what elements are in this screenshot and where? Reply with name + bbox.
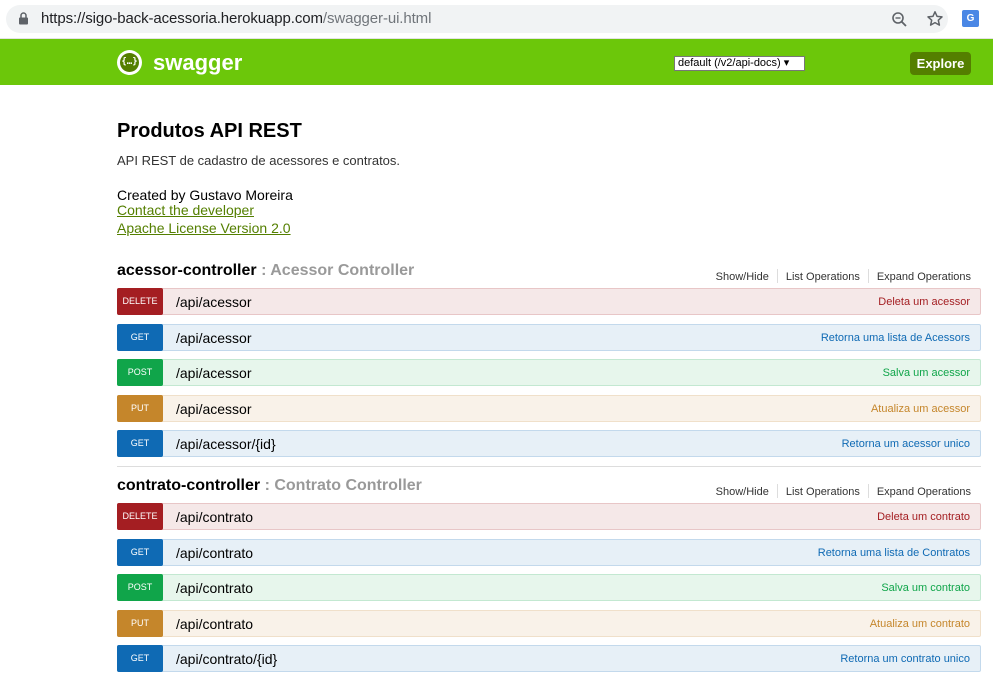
operation-path[interactable]: /api/acessor xyxy=(176,401,251,417)
operation-path[interactable]: /api/contrato xyxy=(176,616,253,632)
resource-acessor-controller: acessor-controller : Acessor Controller … xyxy=(117,258,981,466)
url-host: https://sigo-back-acessoria.herokuapp.co… xyxy=(41,10,323,27)
method-badge[interactable]: PUT xyxy=(117,609,163,637)
resource-title[interactable]: acessor-controller : Acessor Controller xyxy=(117,262,414,280)
method-badge[interactable]: PUT xyxy=(117,394,163,422)
operation-summary[interactable]: Salva um contrato xyxy=(881,582,970,594)
method-badge[interactable]: GET xyxy=(117,645,163,673)
expand-operations-link[interactable]: Expand Operations xyxy=(877,486,971,498)
operation-row[interactable]: POST /api/contrato Salva um contrato xyxy=(117,574,981,602)
operation-summary[interactable]: Retorna uma lista de Acessors xyxy=(821,332,970,344)
operation-path[interactable]: /api/acessor xyxy=(176,330,251,346)
show-hide-link[interactable]: Show/Hide xyxy=(716,271,769,283)
swagger-header: {…} swagger default (/v2/api-docs) ▾ Exp… xyxy=(0,39,993,85)
operation-summary[interactable]: Retorna um acessor unico xyxy=(842,438,970,450)
resource-heading: acessor-controller : Acessor Controller … xyxy=(117,258,981,287)
operation-row[interactable]: GET /api/acessor Retorna uma lista de Ac… xyxy=(117,323,981,351)
list-operations-link[interactable]: List Operations xyxy=(786,486,860,498)
resource-actions: Show/Hide List Operations Expand Operation… xyxy=(716,269,971,283)
operation-path[interactable]: /api/acessor xyxy=(176,365,251,381)
method-badge[interactable]: GET xyxy=(117,430,163,458)
operation-row[interactable]: GET /api/contrato Retorna uma lista de C… xyxy=(117,538,981,566)
brand-name[interactable]: swagger xyxy=(153,50,242,76)
api-description: API REST de cadastro de acessores e cont… xyxy=(117,153,401,168)
show-hide-link[interactable]: Show/Hide xyxy=(716,486,769,498)
explore-button[interactable]: Explore xyxy=(910,52,971,75)
created-by: Created by Gustavo Moreira xyxy=(117,187,293,203)
resource-divider xyxy=(117,466,981,467)
method-badge[interactable]: GET xyxy=(117,323,163,351)
operation-summary[interactable]: Salva um acessor xyxy=(883,367,970,379)
method-badge[interactable]: DELETE xyxy=(117,288,163,315)
operation-row[interactable]: GET /api/acessor/{id} Retorna um acessor… xyxy=(117,430,981,458)
resource-title[interactable]: contrato-controller : Contrato Controlle… xyxy=(117,477,422,495)
operation-summary[interactable]: Retorna um contrato unico xyxy=(840,653,970,665)
method-badge[interactable]: DELETE xyxy=(117,503,163,530)
operation-summary[interactable]: Deleta um contrato xyxy=(877,511,970,523)
divider xyxy=(867,269,869,283)
operation-row[interactable]: DELETE /api/acessor Deleta um acessor xyxy=(117,288,981,315)
divider xyxy=(776,269,778,283)
operation-summary[interactable]: Atualiza um contrato xyxy=(870,618,970,630)
operation-path[interactable]: /api/contrato xyxy=(176,545,253,561)
resource-contrato-controller: contrato-controller : Contrato Controlle… xyxy=(117,473,981,681)
method-badge[interactable]: POST xyxy=(117,574,163,602)
operation-summary[interactable]: Atualiza um acessor xyxy=(871,403,970,415)
logo-glyph: {…} xyxy=(120,53,139,72)
resource-description: : Contrato Controller xyxy=(264,477,422,494)
operation-row[interactable]: PUT /api/contrato Atualiza um contrato xyxy=(117,609,981,637)
lock-icon xyxy=(19,12,28,25)
url-path: /swagger-ui.html xyxy=(322,10,432,27)
operation-row[interactable]: PUT /api/acessor Atualiza um acessor xyxy=(117,394,981,422)
license-link[interactable]: Apache License Version 2.0 xyxy=(117,220,291,236)
operation-path[interactable]: /api/acessor xyxy=(176,294,251,310)
operation-row[interactable]: DELETE /api/contrato Deleta um contrato xyxy=(117,503,981,530)
expand-operations-link[interactable]: Expand Operations xyxy=(877,271,971,283)
operation-path[interactable]: /api/contrato xyxy=(176,580,253,596)
method-badge[interactable]: POST xyxy=(117,359,163,387)
method-badge[interactable]: GET xyxy=(117,538,163,566)
address-bar[interactable]: https://sigo-back-acessoria.herokuapp.co… xyxy=(6,5,948,33)
operation-summary[interactable]: Retorna uma lista de Contratos xyxy=(818,547,970,559)
divider xyxy=(867,484,869,498)
browser-toolbar: https://sigo-back-acessoria.herokuapp.co… xyxy=(0,0,993,39)
swagger-logo-icon: {…} xyxy=(117,50,142,75)
api-spec-select[interactable]: default (/v2/api-docs) ▾ xyxy=(674,56,805,71)
divider xyxy=(776,484,778,498)
operation-row[interactable]: GET /api/contrato/{id} Retorna um contra… xyxy=(117,645,981,673)
translate-icon[interactable]: G xyxy=(962,10,979,27)
operation-path[interactable]: /api/acessor/{id} xyxy=(176,436,276,452)
resource-actions: Show/Hide List Operations Expand Operation… xyxy=(716,484,971,498)
operation-row[interactable]: POST /api/acessor Salva um acessor xyxy=(117,359,981,387)
api-title: Produtos API REST xyxy=(117,120,302,142)
operation-path[interactable]: /api/contrato xyxy=(176,509,253,525)
resource-heading: contrato-controller : Contrato Controlle… xyxy=(117,473,981,502)
resource-name: acessor-controller xyxy=(117,262,257,279)
bookmark-star-icon[interactable] xyxy=(926,10,944,28)
operation-path[interactable]: /api/contrato/{id} xyxy=(176,651,277,667)
resource-description: : Acessor Controller xyxy=(261,262,415,279)
zoom-icon[interactable] xyxy=(891,11,908,28)
contact-link[interactable]: Contact the developer xyxy=(117,202,254,218)
operation-summary[interactable]: Deleta um acessor xyxy=(878,296,970,308)
url-text[interactable]: https://sigo-back-acessoria.herokuapp.co… xyxy=(41,10,431,27)
resource-name: contrato-controller xyxy=(117,477,261,494)
list-operations-link[interactable]: List Operations xyxy=(786,271,860,283)
